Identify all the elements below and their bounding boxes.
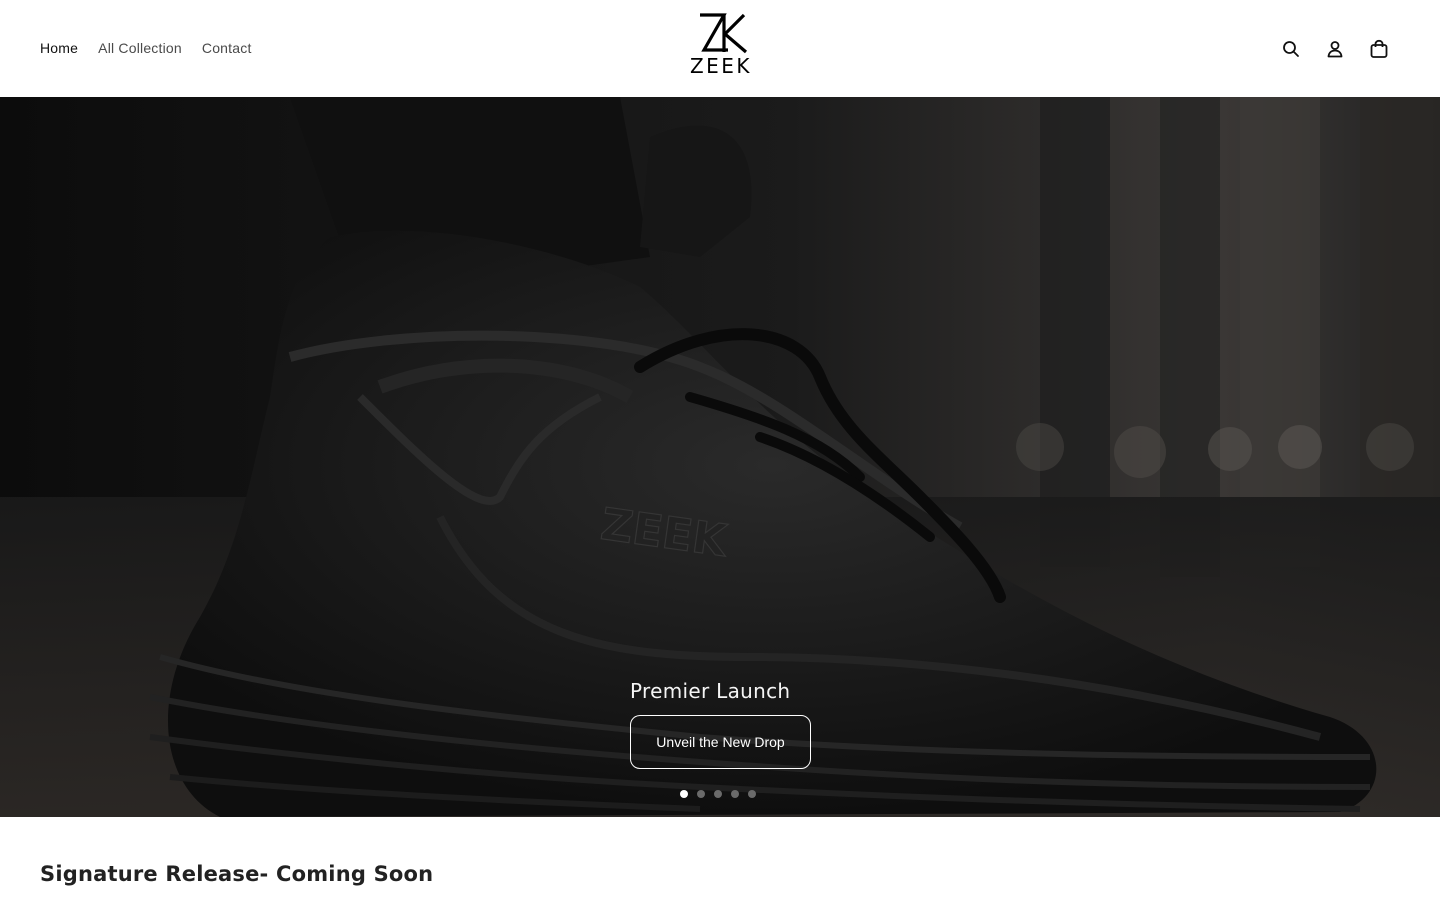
nav-contact[interactable]: Contact [202, 38, 252, 58]
cart-icon[interactable] [1368, 38, 1390, 60]
slide-dot-1[interactable] [680, 790, 688, 798]
nav-home[interactable]: Home [40, 38, 78, 58]
slide-dot-2[interactable] [697, 790, 705, 798]
slide-dot-4[interactable] [731, 790, 739, 798]
section-title: Signature Release- Coming Soon [40, 862, 434, 886]
logo-wordmark: ZEEK [689, 54, 753, 78]
hero-title: Premier Launch [630, 679, 791, 703]
hero-banner: ZEEK Premier Launch Unveil the New Drop [0, 97, 1440, 817]
unveil-drop-button[interactable]: Unveil the New Drop [630, 715, 811, 769]
slide-dot-5[interactable] [748, 790, 756, 798]
slideshow-dots [680, 790, 756, 798]
slide-dot-3[interactable] [714, 790, 722, 798]
header-actions [1280, 38, 1390, 60]
search-icon[interactable] [1280, 38, 1302, 60]
main-nav: Home All Collection Contact [40, 38, 252, 58]
site-logo[interactable]: ZEEK [686, 12, 756, 84]
account-icon[interactable] [1324, 38, 1346, 60]
hero-shoe-image: ZEEK [0, 97, 1440, 817]
site-header: Home All Collection Contact ZEEK [0, 0, 1440, 97]
nav-all-collection[interactable]: All Collection [98, 38, 182, 58]
zk-monogram-icon [700, 13, 748, 54]
